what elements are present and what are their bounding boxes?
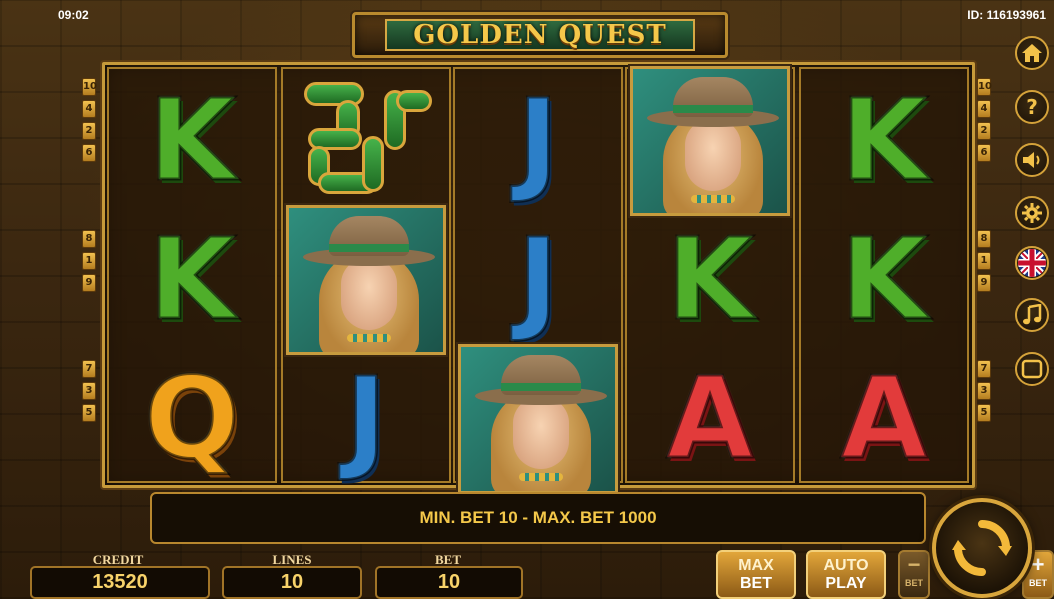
payline-marker: 1 (82, 252, 96, 270)
reel-cell: A (627, 349, 793, 488)
symbol-k: K (147, 214, 237, 345)
language-flag-icon[interactable] (1015, 246, 1049, 280)
payline-marker: 8 (82, 230, 96, 248)
sound-icon[interactable] (1015, 143, 1049, 177)
logo-plate: GOLDEN QUEST (385, 19, 695, 51)
reel-3: JJ (453, 67, 623, 494)
game-logo: GOLDEN QUEST (352, 12, 728, 58)
session-id: ID: 116193961 (967, 8, 1046, 22)
explorer-wild-symbol (458, 343, 618, 494)
payline-marker: 8 (977, 230, 991, 248)
symbol-j: J (516, 214, 561, 345)
spin-button[interactable] (932, 498, 1032, 598)
reel-cell (627, 65, 793, 216)
reel-cell: J (455, 210, 621, 349)
minus-icon: − (907, 552, 921, 577)
reel-cell: J (455, 71, 621, 210)
bet-value: 10 (375, 566, 523, 599)
reel-4: KA (625, 65, 795, 483)
home-icon[interactable] (1015, 36, 1049, 70)
reel-cell (283, 204, 449, 355)
bet-increase-label: BET (1029, 578, 1047, 588)
payline-marker: 1 (977, 252, 991, 270)
reel-cell (455, 343, 621, 494)
credit-value: 13520 (30, 566, 210, 599)
help-icon[interactable]: ? (1015, 90, 1049, 124)
payline-marker: 3 (977, 382, 991, 400)
payline-marker: 2 (977, 122, 991, 140)
payline-marker: 9 (82, 274, 96, 292)
payline-marker: 7 (977, 360, 991, 378)
payline-marker: 5 (977, 404, 991, 422)
clock: 09:02 (58, 8, 89, 22)
payline-marker: 10 (977, 78, 992, 96)
reels-area: KKQJJJKAKKA (102, 62, 975, 494)
message-bar: MIN. BET 10 - MAX. BET 1000 (150, 492, 926, 544)
autoplay-top-label: AUTO (823, 556, 869, 574)
bet-decrease-button[interactable]: − BET (898, 550, 930, 599)
serpent-scatter-symbol (296, 76, 436, 206)
reel-cell: K (801, 210, 967, 349)
reel-cell: K (801, 71, 967, 210)
payline-marker: 5 (82, 404, 96, 422)
symbol-k: K (839, 75, 929, 206)
settings-icon[interactable] (1015, 196, 1049, 230)
payline-marker: 3 (82, 382, 96, 400)
symbol-k: K (665, 214, 755, 345)
bet-range-text: MIN. BET 10 - MAX. BET 1000 (419, 508, 657, 527)
reel-cell: K (109, 71, 275, 210)
reel-cell: K (109, 210, 275, 349)
payline-marker: 10 (82, 78, 97, 96)
payline-marker: 4 (977, 100, 991, 118)
bet-decrease-label: BET (905, 578, 923, 588)
payline-marker: 9 (977, 274, 991, 292)
symbol-j: J (516, 75, 561, 206)
autoplay-bottom-label: PLAY (825, 574, 867, 592)
payline-marker: 7 (82, 360, 96, 378)
reel-cell: J (283, 349, 449, 488)
symbol-q: Q (143, 353, 241, 484)
explorer-wild-symbol (630, 65, 790, 216)
reel-cell: Q (109, 349, 275, 488)
game-title: GOLDEN QUEST (413, 20, 667, 50)
explorer-wild-symbol (286, 204, 446, 355)
payline-marker: 6 (82, 144, 96, 162)
max-bet-bottom-label: BET (740, 574, 772, 592)
reel-cell: K (627, 210, 793, 349)
symbol-k: K (839, 214, 929, 345)
autoplay-button[interactable]: AUTO PLAY (806, 550, 886, 599)
max-bet-button[interactable]: MAX BET (716, 550, 796, 599)
max-bet-top-label: MAX (738, 556, 774, 574)
symbol-a: A (665, 353, 755, 484)
spin-arrows-icon (952, 519, 1012, 577)
reel-5: KKA (799, 67, 969, 483)
payline-marker: 6 (977, 144, 991, 162)
reel-1: KKQ (107, 67, 277, 483)
reel-cell (283, 71, 449, 210)
symbol-j: J (344, 353, 389, 484)
music-icon[interactable] (1015, 298, 1049, 332)
payline-marker: 2 (82, 122, 96, 140)
fullscreen-icon[interactable] (1015, 352, 1049, 386)
symbol-a: A (839, 353, 929, 484)
reel-cell: A (801, 349, 967, 488)
payline-marker: 4 (82, 100, 96, 118)
symbol-k: K (147, 75, 237, 206)
reel-2: J (281, 67, 451, 483)
lines-value: 10 (222, 566, 362, 599)
